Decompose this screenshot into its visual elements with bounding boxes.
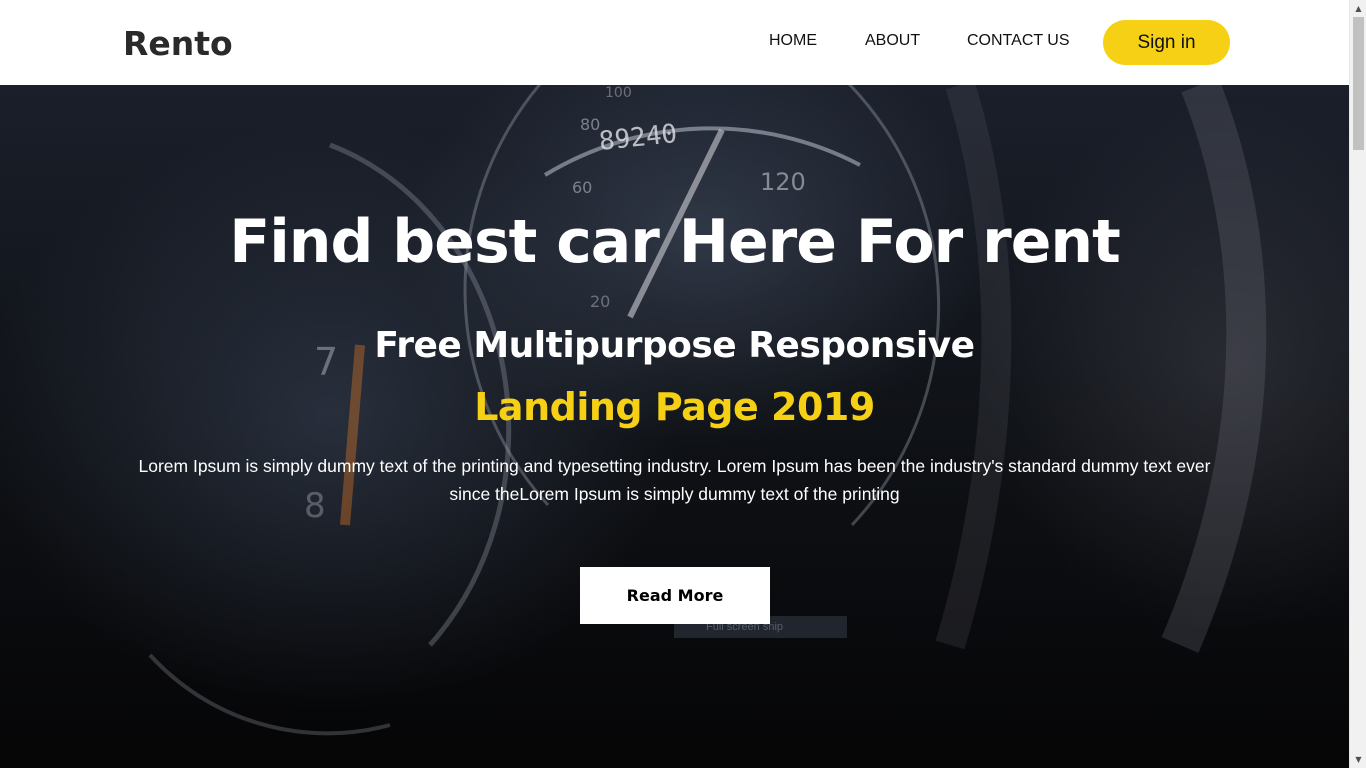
hero-title: Find best car Here For rent [229, 207, 1121, 277]
odometer-reading: 89240 [598, 119, 679, 157]
gauge-label: 100 [605, 85, 632, 101]
gauge-label: 20 [590, 292, 610, 311]
read-more-button[interactable]: Read More [580, 567, 770, 624]
gauge-ring [148, 653, 391, 736]
hero-subtitle: Free Multipurpose Responsive [374, 325, 975, 366]
scrollbar-thumb[interactable] [1353, 17, 1364, 150]
site-header: Rento HOME ABOUT CONTACT US Sign in [0, 0, 1349, 85]
hero-section: 89240 80 60 120 100 20 7 8 Find best car… [0, 85, 1349, 768]
scroll-up-arrow-icon[interactable]: ▲ [1350, 0, 1366, 17]
scroll-down-arrow-icon[interactable]: ▼ [1350, 751, 1366, 768]
page: Rento HOME ABOUT CONTACT US Sign in 8924… [0, 0, 1366, 768]
sign-in-button[interactable]: Sign in [1103, 20, 1230, 65]
nav-about-link[interactable]: ABOUT [865, 32, 920, 50]
nav-home-link[interactable]: HOME [769, 32, 817, 50]
gauge-label: 80 [580, 115, 600, 134]
vertical-scrollbar[interactable]: ▲ ▼ [1349, 0, 1366, 768]
hero-description: Lorem Ipsum is simply dummy text of the … [138, 456, 1211, 504]
brand-logo[interactable]: Rento [123, 24, 233, 63]
gauge-label: 120 [760, 168, 806, 196]
nav-contact-link[interactable]: CONTACT US [967, 32, 1070, 50]
gauge-label: 60 [572, 178, 592, 197]
hero-subtitle-highlight: Landing Page 2019 [474, 385, 875, 429]
